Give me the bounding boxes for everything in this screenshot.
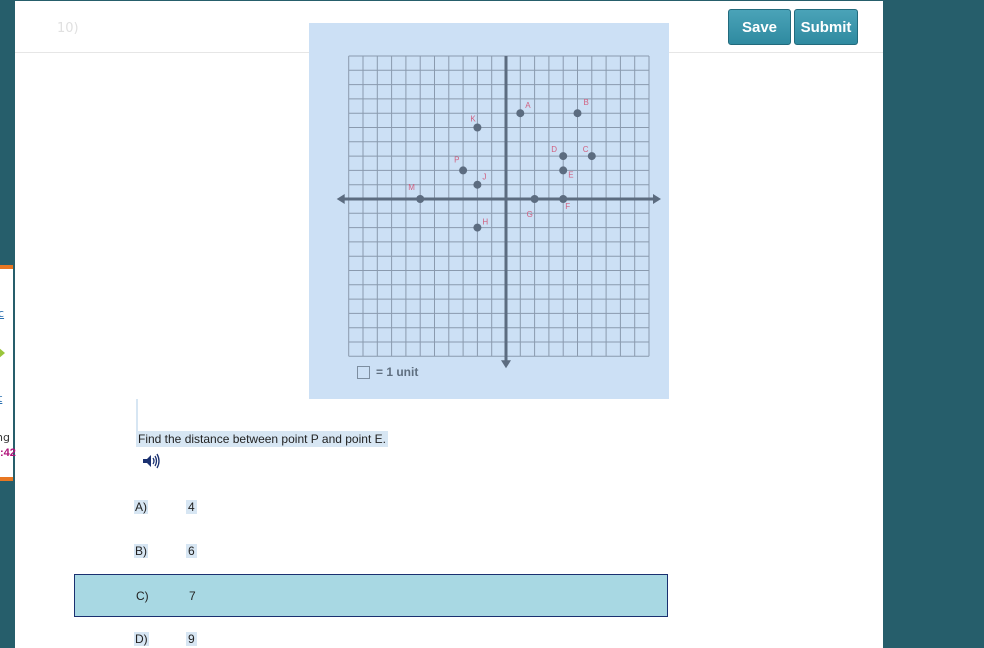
point-label-G: G [527,210,533,219]
choice-value: 4 [186,500,197,514]
point-K [473,123,482,132]
point-label-H: H [482,218,488,227]
point-M [416,195,425,203]
point-B [573,109,582,118]
answer-choice[interactable]: C) 7 [74,574,668,617]
unit-square-icon [357,365,370,379]
point-D [559,152,568,161]
x-axis-arrow-left [336,194,345,204]
main-content: 10) Save Submit A B C D E F G H J K M P = 1 unit Fi… [15,1,883,648]
legend-text: = 1 unit [376,365,419,379]
x-axis-arrow-right [653,194,661,204]
point-label-B: B [584,98,589,107]
choice-letter: B) [134,544,148,558]
point-A [516,109,525,118]
side-panel-text: ng [0,431,10,444]
side-panel-link[interactable]: c [0,307,4,320]
choice-value: 7 [189,589,196,603]
answer-choice[interactable]: B) 6 [74,530,668,573]
choice-letter: A) [134,500,148,514]
point-label-C: C [583,145,589,154]
submit-button[interactable]: Submit [794,9,858,45]
point-G [530,195,539,203]
play-arrow-icon[interactable] [0,347,5,359]
point-label-E: E [568,170,573,179]
coordinate-grid: A B C D E F G H J K M P [336,55,661,369]
choice-letter: D) [134,632,149,646]
answer-choice[interactable]: A) 4 [74,486,668,529]
y-axis-arrow-down [501,360,511,369]
choice-value: 6 [186,544,197,558]
point-C [587,152,596,161]
coordinate-graph: A B C D E F G H J K M P = 1 unit [309,23,669,399]
point-H [473,223,482,232]
speaker-icon[interactable] [141,452,163,470]
point-label-J: J [482,173,486,182]
point-P [459,166,468,175]
timer: :42 [0,447,16,459]
choice-letter: C) [136,589,149,603]
question-divider [136,399,138,433]
point-label-K: K [470,115,476,124]
answer-choice[interactable]: D) 9 [74,618,668,648]
point-label-A: A [525,101,531,110]
point-label-M: M [408,183,415,192]
save-button[interactable]: Save [728,9,791,45]
choice-value: 9 [186,632,197,646]
graph-legend: = 1 unit [357,365,418,379]
question-number: 10) [57,21,79,36]
side-panel-link[interactable]: t [0,392,2,405]
point-label-P: P [454,155,459,164]
question-text: Find the distance between point P and po… [136,431,388,447]
point-E [559,166,568,175]
point-label-D: D [551,145,557,154]
point-J [473,180,482,189]
point-label-F: F [565,202,570,211]
